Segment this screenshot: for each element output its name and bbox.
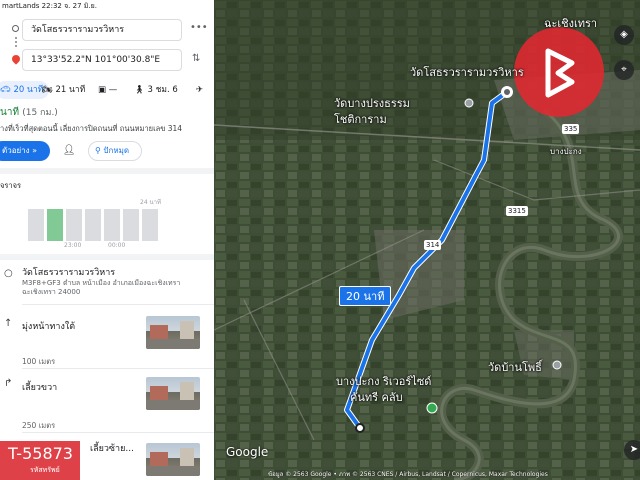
destination-marker-icon: [355, 423, 365, 433]
arrow-up-icon: ↑: [4, 318, 13, 329]
travel-modes: 🚗︎ 20 นาที 🏍︎ 21 นาที ▣ — 🚶︎ 3 ชม. 6 ✈︎: [0, 81, 214, 99]
listing-watermark: T-55873 รหัสทรัพย์: [0, 441, 80, 480]
pin-icon: ⚲: [95, 146, 101, 155]
route-dots-icon: [15, 37, 17, 47]
map-label-bang-pakong-river: บางปะกง: [550, 147, 582, 156]
traffic-tick-2300: 23:00: [64, 242, 82, 249]
house-shape: [150, 452, 168, 466]
step-origin-address: M3F8+GF3 ตำบล หน้าเมือง อำเภอเมืองฉะเชิง…: [22, 279, 181, 287]
road-shield-335: 335: [562, 124, 580, 134]
mode-motorbike-time: 21 นาที: [55, 85, 86, 95]
mode-walk-time: 3 ชม. 6: [147, 85, 178, 95]
google-logo: Google: [226, 445, 269, 459]
divider: [22, 304, 214, 305]
traffic-label: จราจร: [0, 181, 22, 190]
divider: [22, 432, 214, 433]
map-label-bang-pakong-golf-2[interactable]: คันทรี คลับ: [350, 388, 403, 406]
origin-dot-icon: [12, 25, 19, 32]
destination-pin-icon: [10, 53, 22, 65]
transit-icon: ▣: [98, 85, 107, 95]
navigation-arrow-icon[interactable]: ➤: [624, 440, 640, 460]
section-divider: [0, 254, 214, 260]
mode-flight[interactable]: ✈︎: [196, 81, 203, 99]
destination-input[interactable]: 13°33'52.2"N 101°00'30.8"E: [22, 49, 182, 71]
golf-poi-icon: [426, 402, 438, 414]
traffic-bar: [47, 209, 63, 241]
flight-icon: ✈︎: [196, 85, 204, 95]
satellite-map[interactable]: ฉะเชิงเทรา วัดโสธรวรารามวรวิหาร วัดบางปร…: [214, 0, 640, 480]
more-vert-icon[interactable]: •••: [190, 22, 208, 33]
motorbike-icon: 🏍︎: [42, 85, 53, 95]
listing-code: T-55873: [8, 444, 73, 463]
mode-car-time: 20 นาที: [13, 85, 44, 95]
brand-logo-icon: [545, 48, 575, 98]
house-shape: [180, 448, 194, 466]
brand-logo: [514, 27, 604, 117]
traffic-bar: [28, 209, 44, 241]
mode-walk[interactable]: 🚶︎ 3 ชม. 6: [134, 81, 178, 99]
car-icon: 🚗︎: [0, 85, 11, 95]
road-shape: [146, 339, 200, 349]
walk-icon: 🚶︎: [134, 85, 145, 95]
mode-transit[interactable]: ▣ —: [98, 81, 117, 99]
street-view-thumbnail[interactable]: [146, 316, 200, 349]
step-distance: 100 เมตร: [22, 357, 56, 366]
eta-text: นาที: [0, 107, 20, 118]
road-shield-3315: 3315: [506, 206, 528, 216]
mode-motorbike[interactable]: 🏍︎ 21 นาที: [42, 81, 85, 99]
step-title: มุ่งหน้าทางใต้: [22, 322, 76, 332]
navigate-person-icon[interactable]: 👤︎: [58, 141, 80, 161]
route-time-pill[interactable]: 20 นาที: [339, 286, 392, 306]
map-label-chachoengsao: ฉะเชิงเทรา: [544, 17, 598, 30]
road-shape: [146, 466, 200, 476]
temple-poi-icon: [552, 360, 562, 370]
map-label-wat-sothon[interactable]: วัดโสธรวรารามวรวิหาร: [410, 63, 524, 81]
map-layers-icon[interactable]: ◈: [614, 25, 634, 45]
street-view-thumbnail[interactable]: [146, 443, 200, 476]
road-shape: [146, 400, 200, 410]
route-eta: นาที (15 กม.): [0, 105, 58, 120]
turn-right-icon: ↱: [4, 378, 13, 389]
traffic-bar: [85, 209, 101, 241]
compass-icon[interactable]: ⌖: [614, 60, 634, 80]
listing-code-label: รหัสทรัพย์: [30, 466, 60, 474]
street-view-thumbnail[interactable]: [146, 377, 200, 410]
status-bar: martLands 22:32 จ. 27 มิ.ย.: [2, 2, 97, 10]
traffic-tick-max: 24 นาที: [140, 199, 161, 206]
traffic-bar: [66, 209, 82, 241]
step-origin-postcode: ฉะเชิงเทรา 24000: [22, 288, 81, 296]
traffic-chart: [28, 203, 160, 241]
house-shape: [180, 321, 194, 339]
house-shape: [150, 386, 168, 400]
traffic-bar: [123, 209, 139, 241]
pin-button[interactable]: ⚲ ปักหมุด: [88, 141, 142, 161]
route-note: างที่เร็วที่สุดตอนนี้ เลี่ยงการปิดถนนที่…: [0, 124, 183, 133]
traffic-bar: [104, 209, 120, 241]
step-origin-title: วัดโสธรวรารามวรวิหาร: [22, 268, 116, 278]
map-attribution: ข้อมูล © 2563 Google • ภาพ © 2563 CNES /…: [268, 471, 548, 478]
preview-button[interactable]: ตัวอย่าง »: [0, 141, 50, 161]
map-label-wat-ban-pho[interactable]: วัดบ้านโพธิ์: [488, 358, 542, 376]
road-shield-314: 314: [424, 240, 442, 250]
map-label-wat-bang-plong-2[interactable]: โชติการาม: [334, 110, 387, 128]
divider: [22, 368, 214, 369]
house-shape: [150, 325, 168, 339]
origin-input[interactable]: วัดโสธรวรารามวรวิหาร: [22, 19, 182, 41]
chevron-double-right-icon: »: [32, 146, 38, 155]
swap-icon[interactable]: ⇅: [192, 53, 200, 64]
route-distance: (15 กม.): [22, 108, 58, 118]
temple-poi-icon: [464, 98, 474, 108]
step-title: เลี้ยวขวา: [22, 383, 58, 393]
directions-panel: martLands 22:32 จ. 27 มิ.ย. วัดโสธรวรารา…: [0, 0, 214, 480]
preview-label: ตัวอย่าง: [2, 146, 30, 155]
origin-point-icon: ○: [4, 268, 13, 279]
mode-transit-time: —: [108, 85, 118, 95]
step-title: เลี้ยวซ้าย...: [90, 444, 134, 454]
step-distance: 250 เมตร: [22, 421, 56, 430]
section-divider: [0, 168, 214, 174]
pin-label: ปักหมุด: [103, 146, 130, 155]
traffic-tick-0000: 00:00: [108, 242, 126, 249]
traffic-bar: [142, 209, 158, 241]
house-shape: [180, 382, 194, 400]
